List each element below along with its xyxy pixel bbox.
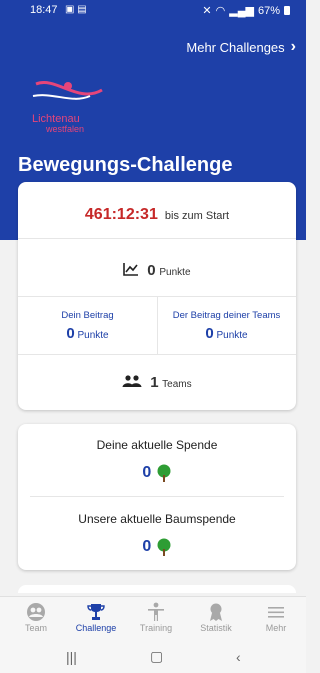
status-bar: 18:47 ▣ ▤ ✕ ◠ ▂▄▆ 67% xyxy=(0,0,306,22)
status-time: 18:47 xyxy=(30,4,58,16)
chart-line-icon xyxy=(123,263,139,276)
team-contribution: Der Beitrag deiner Teams 0 Punkte xyxy=(157,310,296,342)
back-icon[interactable]: ‹ xyxy=(236,649,241,665)
divider xyxy=(30,496,284,497)
team-contribution-label: Der Beitrag deiner Teams xyxy=(172,310,281,321)
nav-item-statistik[interactable]: Statistik xyxy=(186,601,246,633)
donation-card: Deine aktuelle Spende 0 Unsere aktuelle … xyxy=(18,424,296,570)
teams-row: 1 Teams xyxy=(18,374,296,391)
logo-text-2: westfalen xyxy=(45,124,84,134)
system-nav-bar: ||| ▢ ‹ xyxy=(0,642,306,673)
nav-label: Challenge xyxy=(75,623,117,633)
tree-icon xyxy=(157,538,171,556)
countdown-row: 461:12:31 bis zum Start xyxy=(18,206,296,224)
countdown-value: 461:12:31 xyxy=(84,206,158,223)
notification-icons: ▣ ▤ xyxy=(65,4,87,15)
nav-label: Mehr xyxy=(265,623,287,633)
menu-icon xyxy=(268,607,284,618)
status-right: ✕ ◠ ▂▄▆ 67% xyxy=(202,4,290,17)
tree-icon xyxy=(157,464,171,482)
battery-percent: 67% xyxy=(257,4,280,17)
bottom-nav: Team Challenge Training Statistik Mehr xyxy=(0,596,306,643)
battery-icon xyxy=(284,6,290,15)
trophy-icon xyxy=(87,604,105,620)
medal-icon xyxy=(210,603,222,621)
nav-label: Statistik xyxy=(200,623,232,633)
points-value: 0 xyxy=(147,262,156,279)
nav-item-training[interactable]: Training xyxy=(126,601,186,633)
mute-icon: ✕ xyxy=(202,5,212,17)
group-icon xyxy=(122,375,142,387)
current-donation-row: 0 xyxy=(18,464,296,482)
nav-item-mehr[interactable]: Mehr xyxy=(246,601,306,633)
chevron-right-icon: › xyxy=(290,38,296,55)
stats-card: 461:12:31 bis zum Start 0 Punkte Dein Be… xyxy=(18,182,296,410)
tree-donation-label: Unsere aktuelle Baumspende xyxy=(78,512,236,526)
tree-donation-value: 0 xyxy=(142,538,152,556)
your-contribution-unit: Punkte xyxy=(77,330,109,341)
your-contribution: Dein Beitrag 0 Punkte xyxy=(18,310,157,342)
nav-label: Team xyxy=(24,623,47,633)
signal-icon: ▂▄▆ xyxy=(229,5,254,17)
divider xyxy=(18,238,296,239)
next-card-peek xyxy=(18,585,296,593)
nav-label: Training xyxy=(139,623,173,633)
your-contribution-value: 0 xyxy=(66,325,75,342)
teams-unit: Teams xyxy=(162,379,192,390)
home-icon[interactable]: ▢ xyxy=(150,648,163,665)
divider xyxy=(18,354,296,355)
recent-apps-icon[interactable]: ||| xyxy=(66,649,77,665)
points-row: 0 Punkte xyxy=(18,262,296,279)
team-contribution-unit: Punkte xyxy=(216,330,248,341)
more-challenges-link[interactable]: Mehr Challenges › xyxy=(186,38,296,56)
lichtenau-logo: Lichtenau westfalen xyxy=(32,81,103,134)
more-challenges-label: Mehr Challenges xyxy=(186,39,285,55)
your-contribution-label: Dein Beitrag xyxy=(61,310,114,321)
countdown-suffix: bis zum Start xyxy=(164,210,230,222)
person-icon xyxy=(148,602,164,621)
current-donation-value: 0 xyxy=(142,464,152,482)
points-unit: Punkte xyxy=(159,267,191,278)
team-icon xyxy=(27,603,45,621)
teams-value: 1 xyxy=(150,374,159,391)
current-donation-label: Deine aktuelle Spende xyxy=(96,438,218,452)
nav-item-team[interactable]: Team xyxy=(6,601,66,633)
wifi-icon: ◠ xyxy=(215,5,226,17)
nav-item-challenge[interactable]: Challenge xyxy=(66,601,126,633)
page-title: Bewegungs-Challenge xyxy=(18,154,233,176)
tree-donation-row: 0 xyxy=(18,538,296,556)
team-contribution-value: 0 xyxy=(205,325,214,342)
